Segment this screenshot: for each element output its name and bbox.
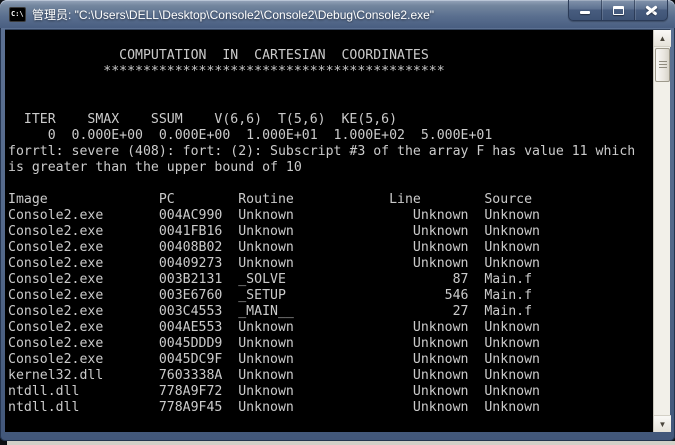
console-line: kernel32.dll 7603338A Unknown Unknown Un…	[8, 368, 540, 383]
console-line: Console2.exe 003E6760 _SETUP 546 Main.f	[8, 288, 533, 303]
console-viewport: COMPUTATION IN CARTESIAN COORDINATES ***…	[5, 30, 671, 432]
console-line: is greater than the upper bound of 10	[8, 160, 302, 175]
scroll-up-icon: ▲	[658, 33, 667, 43]
console-line: Console2.exe 003B2131 _SOLVE 87 Main.f	[8, 272, 533, 287]
screen-bottom-edge	[7, 441, 675, 445]
close-icon	[645, 5, 658, 16]
console-output: COMPUTATION IN CARTESIAN COORDINATES ***…	[8, 32, 635, 416]
console-line: COMPUTATION IN CARTESIAN COORDINATES	[8, 48, 429, 63]
scrollbar-grip-icon	[658, 61, 667, 69]
cmd-icon[interactable]: C:\	[9, 6, 26, 22]
console-line: Console2.exe 00409273 Unknown Unknown Un…	[8, 256, 540, 271]
console-line: 0 0.000E+00 0.000E+00 1.000E+01 1.000E+0…	[8, 128, 493, 143]
console-line: ntdll.dll 778A9F72 Unknown Unknown Unkno…	[8, 384, 540, 399]
minimize-button[interactable]	[569, 0, 601, 20]
console-line: ****************************************…	[8, 64, 445, 79]
console-line: Console2.exe 0045DC9F Unknown Unknown Un…	[8, 352, 540, 367]
console-line: Console2.exe 004AE553 Unknown Unknown Un…	[8, 320, 540, 335]
cmd-icon-text: C:\	[11, 9, 24, 18]
minimize-icon	[580, 10, 590, 14]
scrollbar-thumb[interactable]	[655, 48, 670, 82]
console-line: Console2.exe 00408B02 Unknown Unknown Un…	[8, 240, 540, 255]
console-line: forrtl: severe (408): fort: (2): Subscri…	[8, 144, 636, 159]
console-line: Console2.exe 003C4553 _MAIN__ 27 Main.f	[8, 304, 533, 319]
console-line: Console2.exe 004AC990 Unknown Unknown Un…	[8, 208, 540, 223]
console-line: Console2.exe 0045DDD9 Unknown Unknown Un…	[8, 336, 540, 351]
maximize-icon	[612, 5, 624, 15]
scroll-down-icon: ▼	[658, 419, 667, 429]
console-window: C:\ 管理员: "C:\Users\DELL\Desktop\Console2…	[0, 0, 675, 441]
console-line: ITER SMAX SSUM V(6,6) T(5,6) KE(5,6)	[8, 112, 398, 127]
console-line: ntdll.dll 778A9F45 Unknown Unknown Unkno…	[8, 400, 540, 415]
scroll-up-button[interactable]: ▲	[654, 30, 671, 47]
maximize-button[interactable]	[601, 0, 634, 20]
vertical-scrollbar: ▲ ▼	[653, 30, 671, 432]
close-button[interactable]	[634, 0, 667, 20]
console-line: Console2.exe 0041FB16 Unknown Unknown Un…	[8, 224, 540, 239]
titlebar[interactable]: C:\ 管理员: "C:\Users\DELL\Desktop\Console2…	[0, 0, 675, 28]
scroll-down-button[interactable]: ▼	[654, 415, 671, 432]
window-controls	[568, 0, 668, 21]
console-line: Image PC Routine Line Source	[8, 192, 533, 207]
